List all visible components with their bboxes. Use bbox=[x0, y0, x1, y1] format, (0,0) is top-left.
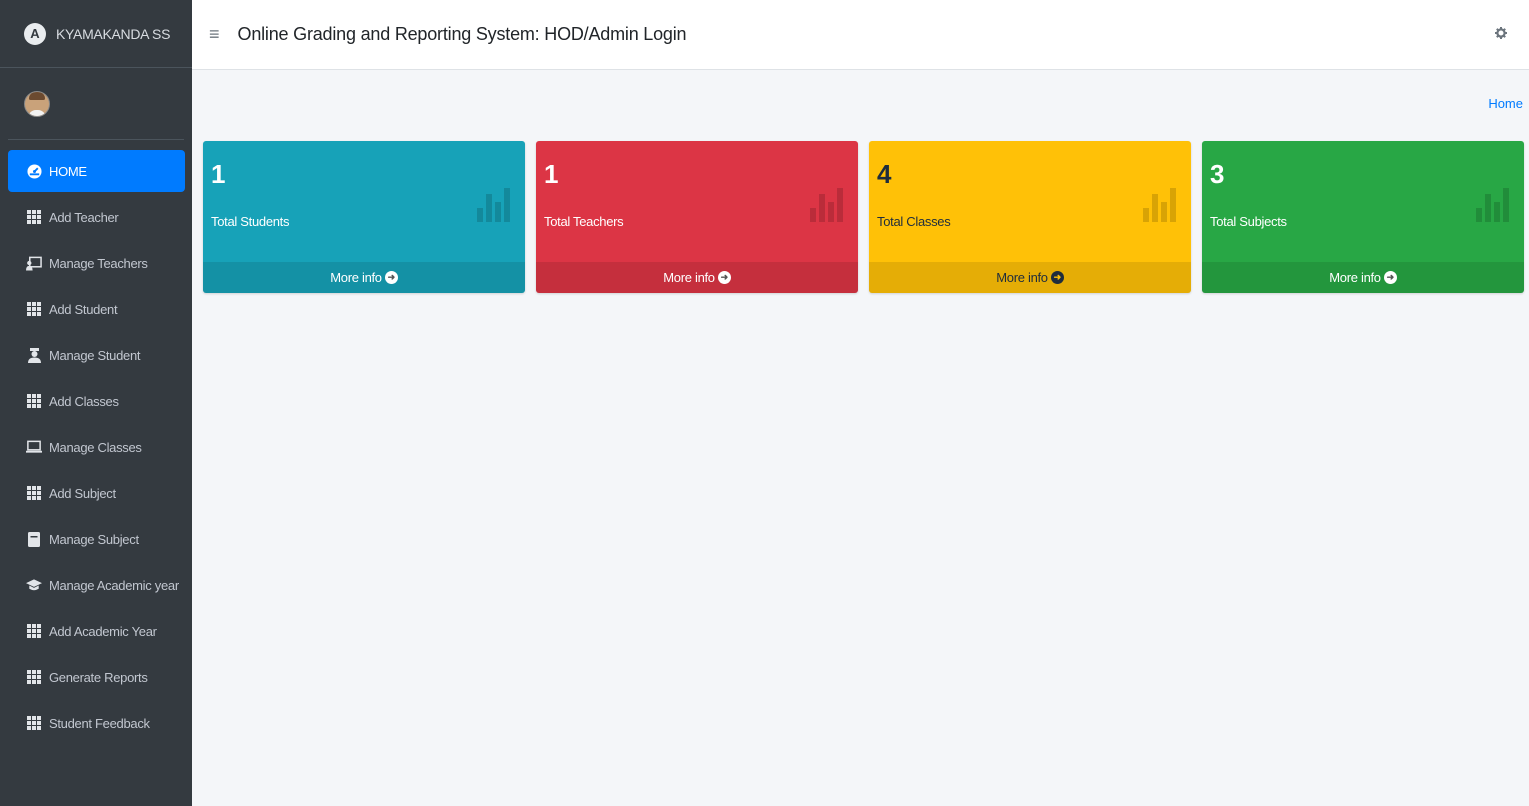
card-label: Total Students bbox=[211, 214, 290, 229]
card-value: 1 bbox=[211, 159, 226, 189]
sidebar-item-add-student[interactable]: Add Student bbox=[8, 288, 185, 330]
sidebar-item-manage-teachers[interactable]: Manage Teachers bbox=[8, 242, 185, 284]
sidebar-item-label: Add Subject bbox=[49, 485, 116, 501]
brand-logo-icon: A bbox=[24, 22, 46, 45]
sidebar-item-student-feedback[interactable]: Student Feedback bbox=[8, 702, 185, 744]
sidebar-item-label: Manage Subject bbox=[49, 531, 139, 547]
grid-icon bbox=[26, 623, 42, 639]
sidebar-item-label: Add Teacher bbox=[49, 209, 119, 225]
sidebar-item-add-teacher[interactable]: Add Teacher bbox=[8, 196, 185, 238]
sidebar-item-home[interactable]: HOME bbox=[8, 150, 185, 192]
grid-icon bbox=[26, 209, 42, 225]
sidebar-item-manage-subject[interactable]: Manage Subject bbox=[8, 518, 185, 560]
total-classes-card: 4 Total Classes More info ➜ bbox=[869, 141, 1191, 293]
total-teachers-card: 1 Total Teachers More info ➜ bbox=[536, 141, 858, 293]
sidebar-item-label: Add Academic Year bbox=[49, 623, 157, 639]
top-navbar: ≡ Online Grading and Reporting System: H… bbox=[192, 0, 1529, 70]
arrow-circle-right-icon: ➜ bbox=[384, 271, 398, 284]
sidebar-item-label: Manage Student bbox=[49, 347, 141, 363]
more-info-link[interactable]: More info ➜ bbox=[1202, 262, 1524, 293]
page-title: Online Grading and Reporting System: HOD… bbox=[237, 24, 687, 44]
bar-chart-icon bbox=[1476, 174, 1514, 222]
bar-chart-icon bbox=[810, 174, 848, 222]
breadcrumb-home-link[interactable]: Home bbox=[1488, 96, 1523, 111]
more-info-link[interactable]: More info ➜ bbox=[869, 262, 1191, 293]
sidebar-item-manage-classes[interactable]: Manage Classes bbox=[8, 426, 185, 468]
more-info-label: More info bbox=[1329, 270, 1381, 285]
laptop-icon bbox=[26, 439, 42, 455]
gear-icon[interactable] bbox=[1495, 26, 1507, 43]
total-subjects-card: 3 Total Subjects More info ➜ bbox=[1202, 141, 1524, 293]
sidebar-item-label: Add Classes bbox=[49, 393, 119, 409]
sidebar-item-label: Student Feedback bbox=[49, 715, 150, 731]
sidebar-item-label: Manage Teachers bbox=[49, 255, 148, 271]
more-info-label: More info bbox=[996, 270, 1048, 285]
grid-icon bbox=[26, 669, 42, 685]
avatar[interactable] bbox=[24, 90, 50, 117]
sidebar-item-label: Manage Classes bbox=[49, 439, 142, 455]
card-label: Total Teachers bbox=[544, 214, 624, 229]
chalkboard-teacher-icon bbox=[26, 255, 42, 271]
sidebar-item-label: Generate Reports bbox=[49, 669, 148, 685]
card-value: 3 bbox=[1210, 159, 1225, 189]
sidebar: A KYAMAKANDA SS HOME Add Teacher Manage … bbox=[0, 0, 192, 806]
user-panel bbox=[8, 68, 184, 140]
book-icon bbox=[26, 531, 42, 547]
user-graduate-icon bbox=[26, 347, 42, 363]
breadcrumb: Home bbox=[1488, 96, 1523, 111]
arrow-circle-right-icon: ➜ bbox=[717, 271, 731, 284]
sidebar-item-generate-reports[interactable]: Generate Reports bbox=[8, 656, 185, 698]
card-value: 1 bbox=[544, 159, 559, 189]
arrow-circle-right-icon: ➜ bbox=[1383, 271, 1397, 284]
brand-name: KYAMAKANDA SS bbox=[56, 25, 171, 42]
more-info-link[interactable]: More info ➜ bbox=[203, 262, 525, 293]
card-label: Total Classes bbox=[877, 214, 951, 229]
bar-chart-icon bbox=[477, 174, 515, 222]
graduation-cap-icon bbox=[26, 577, 42, 593]
card-label: Total Subjects bbox=[1210, 214, 1287, 229]
arrow-circle-right-icon: ➜ bbox=[1050, 271, 1064, 284]
more-info-label: More info bbox=[663, 270, 715, 285]
sidebar-item-add-classes[interactable]: Add Classes bbox=[8, 380, 185, 422]
sidebar-item-label: Manage Academic year bbox=[49, 577, 179, 593]
grid-icon bbox=[26, 393, 42, 409]
more-info-link[interactable]: More info ➜ bbox=[536, 262, 858, 293]
total-students-card: 1 Total Students More info ➜ bbox=[203, 141, 525, 293]
card-value: 4 bbox=[877, 159, 892, 189]
more-info-label: More info bbox=[330, 270, 382, 285]
sidebar-item-manage-academic-year[interactable]: Manage Academic year bbox=[8, 564, 185, 606]
stats-cards: 1 Total Students More info ➜ 1 Total Teac… bbox=[203, 141, 1529, 293]
dashboard-icon bbox=[26, 163, 42, 179]
grid-icon bbox=[26, 715, 42, 731]
grid-icon bbox=[26, 301, 42, 317]
sidebar-item-add-subject[interactable]: Add Subject bbox=[8, 472, 185, 514]
sidebar-item-manage-student[interactable]: Manage Student bbox=[8, 334, 185, 376]
sidebar-nav: HOME Add Teacher Manage Teachers Add Stu… bbox=[0, 140, 192, 744]
grid-icon bbox=[26, 485, 42, 501]
sidebar-item-label: HOME bbox=[49, 163, 87, 179]
sidebar-item-add-academic-year[interactable]: Add Academic Year bbox=[8, 610, 185, 652]
sidebar-item-label: Add Student bbox=[49, 301, 118, 317]
hamburger-menu-icon[interactable]: ≡ bbox=[209, 24, 220, 45]
brand-link[interactable]: A KYAMAKANDA SS bbox=[0, 0, 192, 68]
bar-chart-icon bbox=[1143, 174, 1181, 222]
